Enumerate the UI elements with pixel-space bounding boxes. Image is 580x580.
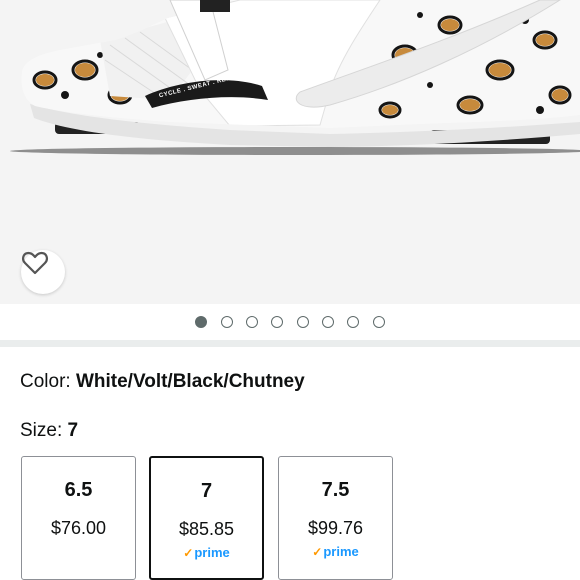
carousel-dot-7[interactable]: [347, 316, 360, 328]
wishlist-button[interactable]: [21, 250, 65, 294]
color-value: White/Volt/Black/Chutney: [75, 371, 305, 392]
prime-badge: ✓prime: [279, 544, 392, 559]
prime-label: prime: [194, 545, 230, 560]
size-option-price: $76.00: [50, 518, 107, 538]
prime-check-icon: ✓: [183, 546, 194, 560]
prime-check-icon: ✓: [312, 545, 323, 559]
color-label: Color:: [20, 371, 76, 392]
prime-label: prime: [323, 544, 359, 559]
section-divider: [0, 340, 580, 347]
product-image[interactable]: CYCLE . SWEAT . REPEAT: [0, 0, 580, 304]
carousel-dot-2[interactable]: [220, 316, 233, 328]
carousel-dot-4[interactable]: [271, 316, 284, 328]
size-option-price: $85.85: [178, 519, 235, 539]
color-selection: Color: White/Volt/Black/Chutney: [20, 371, 305, 393]
size-option-6-5[interactable]: 6.5 $76.00: [21, 456, 136, 580]
size-option-size: 7: [200, 480, 213, 502]
prime-badge: ✓prime: [151, 545, 262, 560]
heart-outline-icon: [22, 251, 48, 275]
carousel-dot-3[interactable]: [245, 316, 258, 328]
size-option-7[interactable]: 7 $85.85 ✓prime: [149, 456, 264, 580]
size-option-price: $99.76: [307, 518, 364, 538]
carousel-dot-5[interactable]: [296, 316, 309, 328]
carousel-dot-8[interactable]: [372, 316, 385, 328]
carousel-dot-6[interactable]: [322, 316, 335, 328]
size-selection: Size: 7: [20, 420, 78, 442]
cycling-shoe-image: [10, 0, 580, 155]
size-option-size: 7.5: [321, 479, 350, 501]
carousel-indicator: [0, 304, 580, 340]
size-value: 7: [67, 420, 79, 441]
size-option-size: 6.5: [64, 479, 93, 501]
size-label: Size:: [20, 420, 68, 441]
carousel-dot-1[interactable]: [195, 316, 208, 328]
size-option-7-5[interactable]: 7.5 $99.76 ✓prime: [278, 456, 393, 580]
